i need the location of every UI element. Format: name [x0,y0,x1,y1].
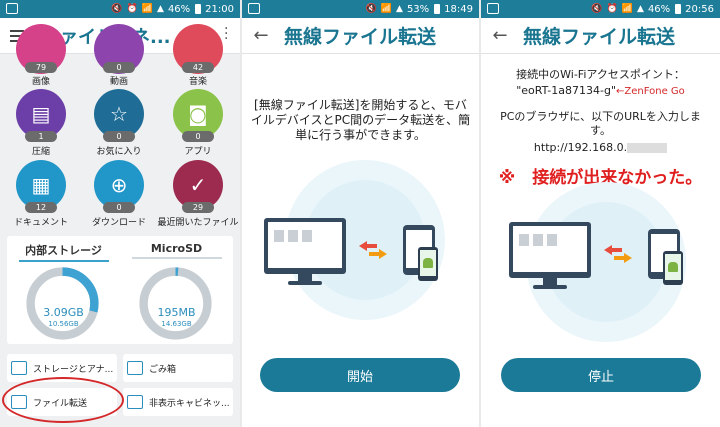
battery-icon [434,4,441,14]
battery-icon [675,4,682,14]
ssid-annotation: ←ZenFone Go [616,86,685,97]
clock: 21:00 [205,3,234,15]
storage-card: 内部ストレージ 3.09GB 10.56GB MicroSD 195MB 14.… [7,236,233,344]
ssid: "eoRT-1a87134-g" [516,84,617,97]
microsd-storage[interactable]: MicroSD 195MB 14.63GB [120,236,233,344]
category-label: アプリ [184,147,212,157]
status-bar: 🔇 ⏰ 📶 ▲ 46% 20:56 [481,0,720,18]
transfer-illustration [501,182,701,352]
storage-used: 3.09GB [43,306,84,319]
storage-title: 内部ストレージ [25,244,102,257]
category-count: 0 [103,202,135,213]
file-manager-screen: 🔇 ⏰ 📶 ▲ 46% 21:00 ファイルマネ... ··· 79 画像 0 … [0,0,240,427]
screen-title: 無線ファイル転送 [523,26,676,48]
redacted-block [627,143,668,153]
wifi-connected-screen: 🔇 ⏰ 📶 ▲ 46% 20:56 ← 無線ファイル転送 接続中のWi-Fiアク… [481,0,720,427]
battery-percent: 53% [406,3,430,15]
category-count: 0 [103,62,135,73]
signal-icon: ▲ [396,3,403,14]
category-count: 1 [25,131,57,142]
wifi-icon: 📶 [621,3,634,14]
clock: 18:49 [444,3,473,15]
notification-icon [6,3,18,14]
android-phone-icon [418,247,438,281]
storage-title: MicroSD [150,242,203,255]
trash-button[interactable]: ごみ箱 [123,354,233,382]
stop-button[interactable]: 停止 [501,358,701,392]
signal-icon: ▲ [637,3,644,14]
pc-monitor-icon [264,218,346,274]
battery-percent: 46% [647,3,671,15]
transfer-url: http://192.168.0. [533,141,628,154]
battery-percent: 46% [167,3,191,15]
category-recent[interactable]: ✓ 29 最近開いたファイル [157,160,239,228]
category-label: 音楽 [188,77,207,87]
microsd-storage-ring [139,267,212,340]
notification-icon [248,3,260,14]
internal-storage-ring [26,267,99,340]
app-bar: ← 無線ファイル転送 [242,18,479,54]
internal-storage[interactable]: 内部ストレージ 3.09GB 10.56GB [7,236,120,344]
storage-used: 195MB [157,306,196,319]
category-label: 最近開いたファイル [157,218,239,228]
status-bar: 🔇 ⏰ 📶 ▲ 46% 21:00 [0,0,240,18]
storage-total: 14.63GB [161,320,192,328]
battery-icon [195,4,202,14]
back-arrow-icon[interactable]: ← [252,25,270,46]
category-count: 29 [182,202,214,213]
ap-label: 接続中のWi-Fiアクセスポイント： [516,68,685,81]
url-line: http://192.168.0. [481,141,720,155]
storage-tab-indicator [131,257,222,259]
category-count: 12 [25,202,57,213]
back-arrow-icon[interactable]: ← [491,25,509,46]
storage-tab-indicator [18,260,109,262]
android-phone-icon [663,251,683,285]
category-grid: 79 画像 0 動画 42 音楽 ▤ 1 圧縮 ☆ 0 お気に入り ◙ 0 アプ… [0,24,240,234]
wifi-transfer-screen: 🔇 📶 ▲ 53% 18:49 ← 無線ファイル転送 [無線ファイル転送]を開始… [242,0,479,427]
category-favorites[interactable]: ☆ 0 お気に入り [79,89,159,157]
alarm-icon: ⏰ [606,3,618,14]
category-count: 0 [182,131,214,142]
more-options-icon[interactable]: · · · [224,22,228,46]
alarm-icon: ⏰ [126,3,138,14]
category-count: 79 [25,62,57,73]
signal-icon: ▲ [157,3,164,14]
transfer-description: [無線ファイル転送]を開始すると、モバイルデバイスとPC間のデータ転送を、簡単に… [250,98,471,142]
hidden-cabinet-button[interactable]: 非表示キャビネッ... [123,388,233,416]
category-downloads[interactable]: ⊕ 0 ダウンロード [79,160,159,228]
notification-icon [487,3,499,14]
storage-total: 10.56GB [48,320,79,328]
category-apps[interactable]: ◙ 0 アプリ [158,89,238,157]
category-count: 42 [182,62,214,73]
pc-instruction: PCのブラウザに、以下のURLを入力します。 [500,110,701,137]
app-bar: ← 無線ファイル転送 [481,18,720,54]
clock: 20:56 [685,3,714,15]
transfer-arrows-icon [359,241,387,259]
category-count: 0 [103,131,135,142]
mute-icon: 🔇 [591,3,603,14]
status-bar: 🔇 📶 ▲ 53% 18:49 [242,0,479,18]
screen-title: 無線ファイル転送 [284,26,437,48]
pc-monitor-icon [509,222,591,278]
highlight-circle [2,377,124,423]
ssid-line: "eoRT-1a87134-g"←ZenFone Go [481,84,720,99]
storage-analyzer-icon [11,361,27,375]
trash-icon [127,361,143,375]
transfer-arrows-icon [604,245,632,263]
wifi-icon: 📶 [141,3,154,14]
category-archive[interactable]: ▤ 1 圧縮 [1,89,81,157]
start-button[interactable]: 開始 [260,358,460,392]
mute-icon: 🔇 [111,3,123,14]
wifi-icon: 📶 [380,3,393,14]
hidden-cabinet-icon [127,395,143,409]
mute-icon: 🔇 [365,3,377,14]
transfer-illustration [260,160,460,330]
category-documents[interactable]: ▦ 12 ドキュメント [1,160,81,228]
